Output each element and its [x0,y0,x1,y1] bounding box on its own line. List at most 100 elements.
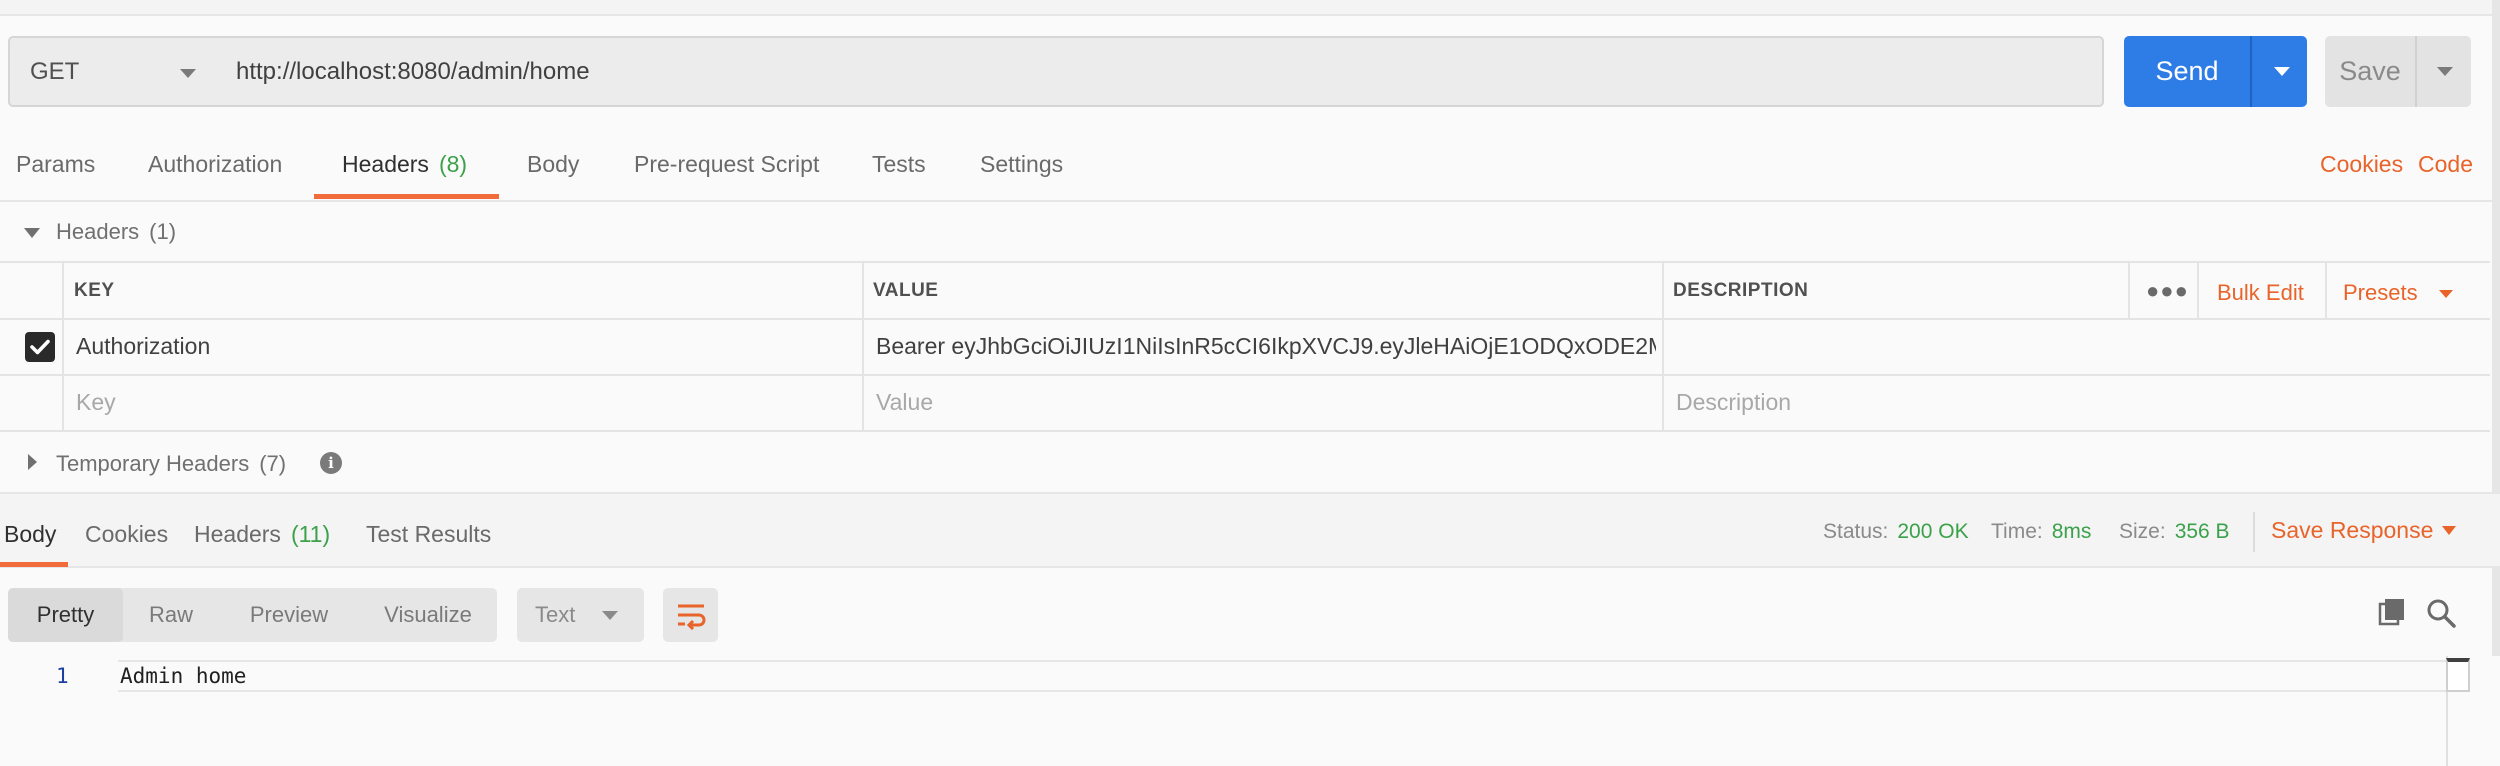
headers-section-title[interactable]: Headers (1) [56,208,176,256]
column-divider [1662,261,1664,432]
new-key-input[interactable]: Key [76,376,856,428]
wrap-lines-button[interactable] [663,588,718,642]
column-divider [2325,261,2327,318]
presets-dropdown[interactable]: Presets [2343,272,2418,314]
tab-count: (11) [290,520,331,547]
table-border [0,261,2490,263]
table-border [0,430,2490,432]
status-label: Status: [1823,520,1889,543]
tab-settings[interactable]: Settings [980,128,1063,200]
header-enabled-checkbox[interactable] [25,332,55,362]
save-button[interactable]: Save [2325,36,2471,107]
header-key-cell[interactable]: Authorization [76,320,856,372]
column-divider [2197,261,2199,318]
bulk-edit-link[interactable]: Bulk Edit [2217,272,2304,314]
info-icon[interactable]: i [320,452,342,474]
column-divider [62,261,64,432]
line-number: 1 [56,664,69,688]
view-raw-button[interactable]: Raw [128,588,214,642]
column-header-key: KEY [74,280,115,301]
collapse-triangle-icon[interactable] [24,228,40,238]
request-tabs: Params Authorization Headers (8) Body Pr… [0,128,2500,202]
save-divider [2415,36,2417,107]
tab-label: Params [16,150,96,177]
chevron-down-icon [180,69,196,78]
top-strip [0,0,2500,16]
tab-pre-request-script[interactable]: Pre-request Script [634,128,819,200]
checkmark-icon [30,339,50,355]
size-value[interactable]: 356 B [2175,520,2230,544]
url-input[interactable]: http://localhost:8080/admin/home [216,36,2104,107]
section-title: Temporary Headers [56,451,250,476]
tab-count: (8) [438,150,468,177]
section-title: Headers [56,219,140,244]
code-link[interactable]: Code [2418,128,2473,200]
time-label: Time: [1991,520,2043,543]
tab-headers[interactable]: Headers (8) [342,128,467,200]
chevron-down-icon [602,611,618,620]
send-dropdown-icon[interactable] [2274,67,2290,76]
tab-label: Pre-request Script [634,150,820,177]
method-label: GET [30,57,80,85]
save-label: Save [2339,56,2401,86]
format-label: Text [535,602,576,627]
send-button[interactable]: Send [2124,36,2307,107]
status-value[interactable]: 200 OK [1897,520,1968,544]
new-description-input[interactable]: Description [1676,376,2456,428]
tab-label: Headers [342,150,429,177]
tab-params[interactable]: Params [16,128,95,200]
active-line-highlight [118,660,2468,692]
section-count: (7) [259,451,287,476]
view-preview-button[interactable]: Preview [230,588,348,642]
search-icon[interactable] [2425,597,2457,629]
send-divider [2250,36,2252,107]
expand-triangle-icon[interactable] [28,454,37,470]
header-description-cell[interactable] [1676,320,2456,372]
size-label: Size: [2119,520,2166,543]
scrollbar-thumb[interactable] [2446,658,2470,692]
section-count: (1) [149,219,177,244]
response-tab-body[interactable]: Body [4,510,56,558]
save-response-button[interactable]: Save Response [2271,512,2433,548]
response-tab-cookies[interactable]: Cookies [85,510,168,558]
column-header-value: VALUE [873,280,939,301]
tab-label: Tests [872,150,926,177]
tab-label: Body [4,520,57,547]
status-readout: Status: 200 OK [1823,514,1969,550]
response-tab-headers[interactable]: Headers (11) [194,510,330,558]
send-label: Send [2155,56,2219,86]
tab-label: Test Results [366,520,492,547]
window-edge [2492,0,2500,766]
tab-body[interactable]: Body [527,128,579,200]
header-value-cell[interactable]: Bearer eyJhbGciOiJIUzI1NiIsInR5cCI6IkpXV… [876,320,1656,372]
method-select[interactable]: GET [8,36,218,107]
url-text: http://localhost:8080/admin/home [236,57,590,85]
tab-authorization[interactable]: Authorization [148,128,282,200]
column-divider [2128,261,2130,318]
more-options-icon[interactable]: ●●● [2146,278,2189,304]
new-value-input[interactable]: Value [876,376,1656,428]
copy-icon[interactable] [2377,597,2407,627]
tab-label: Cookies [85,520,169,547]
temporary-headers-title[interactable]: Temporary Headers (7) [56,440,286,488]
time-readout: Time: 8ms [1991,514,2091,550]
tab-tests[interactable]: Tests [872,128,926,200]
tab-label: Headers [194,520,281,547]
view-visualize-button[interactable]: Visualize [366,588,490,642]
wrap-lines-icon [677,604,705,630]
format-select[interactable]: Text [517,588,644,642]
active-response-tab-indicator [0,562,68,567]
active-tab-indicator [314,194,499,199]
tab-label: Body [527,150,580,177]
column-divider [862,261,864,432]
response-tab-test-results[interactable]: Test Results [366,510,491,558]
code-line[interactable]: Admin home [120,660,246,692]
presets-chevron-icon [2439,290,2453,298]
save-dropdown-icon[interactable] [2437,67,2453,76]
save-response-chevron-icon[interactable] [2442,526,2456,535]
column-header-description: DESCRIPTION [1673,280,1809,301]
tab-label: Authorization [148,150,283,177]
time-value[interactable]: 8ms [2052,520,2092,544]
view-pretty-button[interactable]: Pretty [8,588,123,642]
cookies-link[interactable]: Cookies [2320,128,2403,200]
